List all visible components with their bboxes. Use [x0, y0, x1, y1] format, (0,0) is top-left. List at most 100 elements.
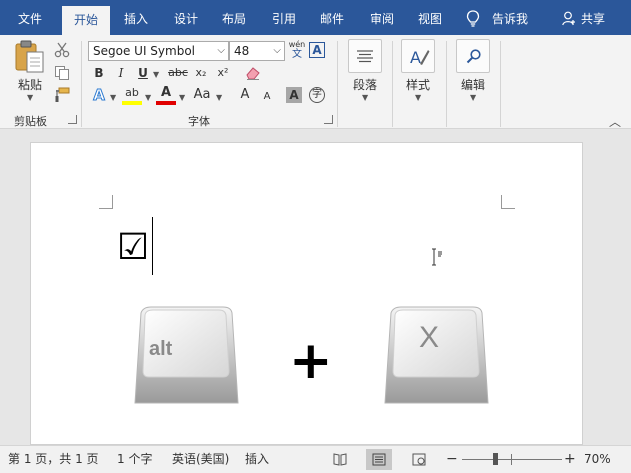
text-effects-button[interactable]: A [90, 86, 108, 105]
document-area[interactable]: ☑ alt + X [0, 130, 631, 445]
font-group-label: 字体 [188, 115, 210, 128]
print-layout-icon [372, 453, 386, 466]
alt-key-image: alt [131, 305, 241, 407]
bold-button[interactable]: B [90, 64, 108, 82]
chevron-down-icon[interactable]: ⌵ [273, 42, 281, 60]
web-layout-button[interactable] [406, 449, 432, 470]
font-size-combo[interactable]: 48 ⌵ [229, 41, 285, 61]
insert-mode-status[interactable]: 插入 [245, 446, 269, 473]
underline-button[interactable]: U [134, 64, 152, 82]
paragraph-label: 段落 [352, 78, 377, 92]
paragraph-dropdown-icon[interactable]: ▼ [362, 93, 368, 102]
font-color-label: A [160, 85, 172, 100]
tab-review[interactable]: 审阅 [358, 0, 406, 35]
margin-corner-mark [501, 195, 515, 209]
zoom-out-button[interactable]: − [446, 446, 458, 473]
italic-button[interactable]: I [112, 64, 130, 82]
character-shading-button[interactable]: A [286, 87, 302, 103]
share-button[interactable]: 共享 [581, 0, 605, 35]
document-page[interactable]: ☑ alt + X [30, 142, 583, 445]
styles-dropdown-icon[interactable]: ▼ [415, 93, 421, 102]
underline-dropdown-icon[interactable]: ▼ [153, 70, 159, 79]
x-key-image: X [381, 305, 491, 407]
styles-button[interactable]: A [401, 39, 435, 73]
clear-formatting-icon[interactable] [244, 65, 262, 81]
character-border-button[interactable]: A [309, 42, 325, 58]
paragraph-button[interactable] [348, 39, 382, 73]
zoom-slider-track[interactable] [462, 459, 562, 460]
tab-view[interactable]: 视图 [406, 0, 454, 35]
cut-icon[interactable] [54, 42, 70, 58]
language-status[interactable]: 英语(美国) [172, 446, 229, 473]
lightbulb-icon[interactable] [466, 10, 480, 28]
group-divider [337, 41, 338, 127]
tab-references[interactable]: 引用 [260, 0, 308, 35]
enclose-characters-button[interactable]: 字 [309, 87, 325, 103]
clipboard-launcher-icon[interactable] [68, 115, 77, 124]
font-color-dropdown-icon[interactable]: ▼ [179, 93, 185, 102]
tell-me-box[interactable]: 告诉我 [492, 0, 528, 35]
read-mode-button[interactable] [327, 449, 353, 470]
zoom-in-button[interactable]: + [564, 446, 576, 473]
styles-icon: A [410, 48, 430, 67]
change-case-dropdown-icon[interactable]: ▼ [216, 93, 222, 102]
svg-text:A: A [410, 48, 421, 67]
font-color-button[interactable]: A [156, 86, 176, 106]
collapse-ribbon-icon[interactable]: ︿ [609, 113, 621, 130]
font-launcher-icon[interactable] [324, 115, 333, 124]
plus-sign: + [289, 331, 333, 391]
text-cursor [152, 217, 153, 275]
strikethrough-button[interactable]: abc [166, 64, 190, 82]
change-case-button[interactable]: Aa [190, 86, 214, 104]
tab-layout[interactable]: 布局 [210, 0, 258, 35]
grow-font-button[interactable]: A [236, 86, 254, 104]
page-count-status[interactable]: 第 1 页，共 1 页 [8, 446, 99, 473]
group-divider [81, 41, 82, 127]
tab-home[interactable]: 开始 [62, 6, 110, 35]
tab-mailings[interactable]: 邮件 [308, 0, 356, 35]
zoom-slider-thumb[interactable] [493, 453, 499, 465]
paste-dropdown-icon[interactable]: ▼ [27, 93, 33, 102]
styles-label: 样式 [405, 78, 430, 92]
zoom-slider-center-mark [511, 454, 512, 465]
font-name-combo[interactable]: Segoe UI Symbol ⌵ [88, 41, 229, 61]
subscript-button[interactable]: x₂ [192, 64, 210, 82]
paragraph-icon [357, 50, 373, 63]
paste-button[interactable]: 粘贴 [14, 76, 46, 93]
book-icon [333, 453, 347, 466]
word-count-status[interactable]: 1 个字 [117, 446, 152, 473]
zoom-level[interactable]: 70% [584, 446, 611, 473]
font-color-swatch [156, 101, 176, 105]
phonetic-guide-button[interactable]: wén 文 [288, 40, 306, 60]
copy-icon[interactable] [54, 65, 70, 81]
search-icon [466, 49, 481, 64]
ribbon-tab-bar: 文件 开始 插入 设计 布局 引用 邮件 审阅 视图 告诉我 共享 [0, 0, 631, 35]
highlight-dropdown-icon[interactable]: ▼ [145, 93, 151, 102]
ibeam-cursor-icon [432, 248, 442, 266]
text-effects-dropdown-icon[interactable]: ▼ [110, 93, 116, 102]
chevron-down-icon[interactable]: ⌵ [217, 42, 225, 60]
shrink-font-button[interactable]: A [258, 88, 276, 106]
margin-corner-mark [99, 195, 113, 209]
font-size-value: 48 [234, 44, 250, 58]
checkbox-symbol: ☑ [117, 227, 150, 268]
highlight-color-swatch [122, 101, 142, 105]
highlight-label: ab [125, 86, 139, 99]
tab-insert[interactable]: 插入 [112, 0, 160, 35]
editing-dropdown-icon[interactable]: ▼ [470, 93, 476, 102]
highlight-button[interactable]: ab [122, 86, 142, 106]
group-divider [392, 41, 393, 127]
format-painter-icon[interactable] [54, 87, 70, 103]
group-divider [446, 41, 447, 127]
status-bar: 第 1 页，共 1 页 1 个字 英语(美国) 插入 − + 70% [0, 445, 631, 473]
web-layout-icon [412, 453, 426, 466]
group-divider [500, 41, 501, 127]
phonetic-guide-char: 文 [292, 49, 302, 60]
superscript-button[interactable]: x² [214, 64, 232, 82]
editing-button[interactable] [456, 39, 490, 73]
print-layout-button[interactable] [366, 449, 392, 470]
tab-design[interactable]: 设计 [162, 0, 210, 35]
paste-icon[interactable] [14, 40, 46, 74]
tab-file[interactable]: 文件 [6, 0, 54, 35]
x-key-label: X [419, 321, 440, 354]
